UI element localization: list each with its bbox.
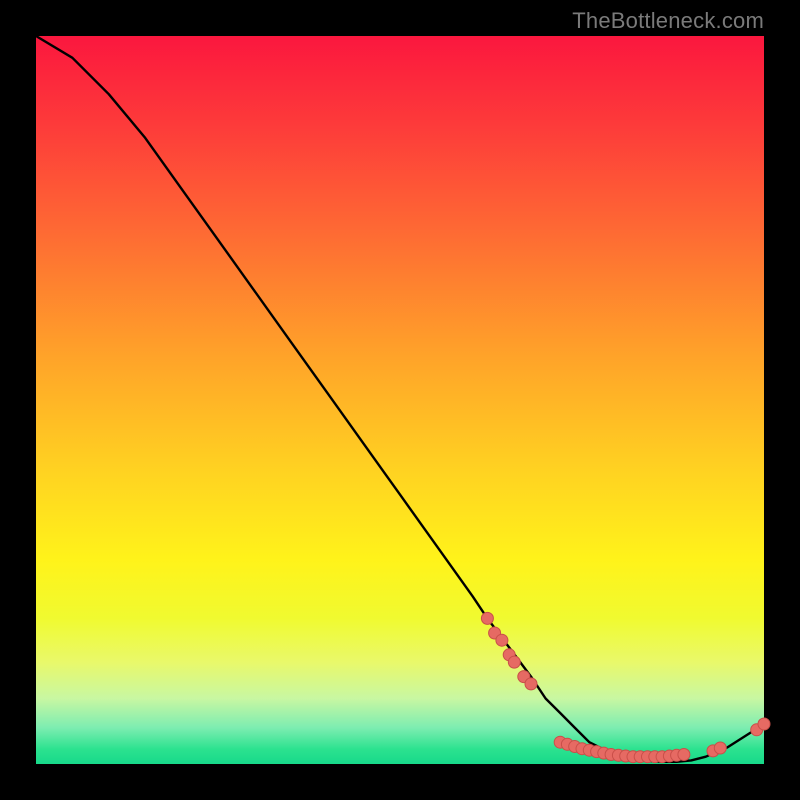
plot-area	[36, 36, 764, 764]
watermark-text: TheBottleneck.com	[572, 8, 764, 34]
chart-overlay	[36, 36, 764, 764]
data-marker	[496, 634, 508, 646]
data-marker	[508, 656, 520, 668]
data-marker	[678, 749, 690, 761]
chart-frame: TheBottleneck.com	[0, 0, 800, 800]
data-marker	[714, 742, 726, 754]
data-markers	[481, 612, 770, 762]
bottleneck-curve	[36, 36, 764, 762]
data-marker	[758, 718, 770, 730]
data-marker	[481, 612, 493, 624]
data-marker	[525, 678, 537, 690]
